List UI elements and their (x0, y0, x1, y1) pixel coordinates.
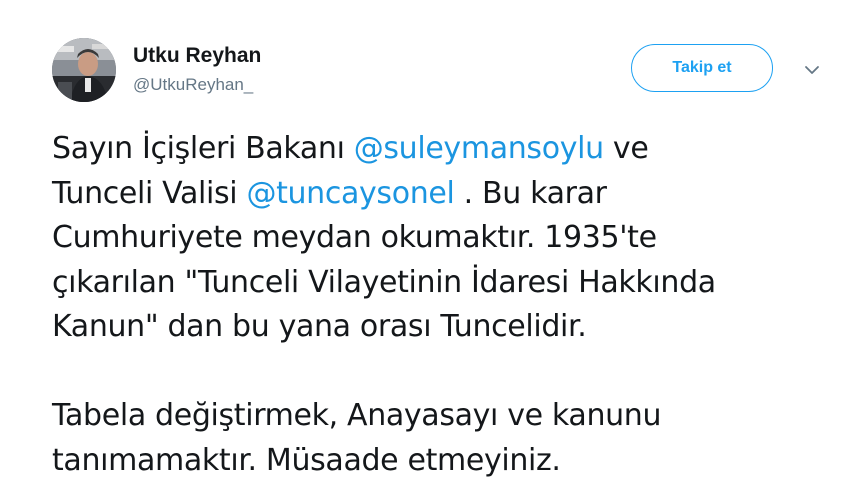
tweet-text-segment: ve (603, 131, 649, 166)
author-display-name[interactable]: Utku Reyhan (133, 44, 261, 68)
tweet-line: tanımamaktır. Müsaade etmeyiniz. (52, 442, 561, 478)
chevron-down-icon[interactable] (800, 58, 824, 82)
tweet-text-segment: Tunceli Valisi (52, 175, 247, 211)
tweet-line: Sayın İçişleri Bakanı @suleymansoylu ve (52, 127, 842, 172)
follow-button[interactable]: Takip et (631, 44, 773, 92)
tweet-text-segment: Sayın İçişleri Bakanı (52, 131, 354, 166)
tweet-line: Tunceli Valisi @tuncaysonel . Bu karar (52, 172, 842, 217)
author-handle[interactable]: @UtkuReyhan_ (133, 75, 253, 95)
avatar[interactable] (52, 38, 116, 102)
tweet-card: Utku Reyhan @UtkuReyhan_ Takip et Sayın … (0, 0, 863, 497)
tweet-line: Cumhuriyete meydan okumaktır. 1935'te (52, 220, 657, 255)
tweet-line: Kanun" dan bu yana orası Tuncelidir. (52, 309, 587, 344)
mention-link[interactable]: @suleymansoylu (354, 131, 604, 166)
mention-link[interactable]: @tuncaysonel (246, 176, 454, 211)
tweet-line: Tabela değiştirmek, Anayasayı ve kanunu (52, 398, 662, 433)
tweet-line: çıkarılan "Tunceli Vilayetinin İdaresi H… (52, 264, 716, 300)
tweet-text-segment: . Bu karar (454, 175, 607, 211)
avatar-photo-icon (52, 38, 116, 102)
tweet-text: Sayın İçişleri Bakanı @suleymansoylu ve … (52, 127, 842, 483)
